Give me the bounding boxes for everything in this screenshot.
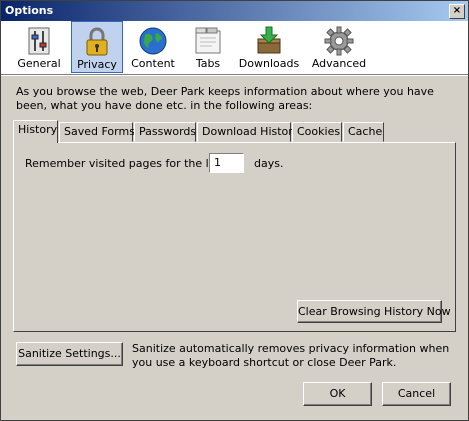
- tab-cache[interactable]: Cache: [343, 122, 384, 142]
- toolbar-divider: [1, 74, 468, 76]
- pane-label: General: [17, 57, 61, 70]
- gear-icon: [324, 26, 354, 56]
- pane-toolbar: General Privacy Content Tabs Downloads A…: [1, 21, 468, 74]
- window-title: Options: [5, 4, 54, 17]
- pane-label: Downloads: [238, 57, 300, 70]
- remember-pages-label: Remember visited pages for the last: [25, 157, 226, 170]
- sliders-icon: [28, 27, 50, 55]
- tab-saved-forms[interactable]: Saved Forms: [59, 122, 135, 142]
- pane-label: Tabs: [195, 57, 221, 70]
- pane-tabs-button[interactable]: Tabs: [184, 21, 232, 73]
- tab-cookies[interactable]: Cookies: [292, 122, 342, 142]
- sanitize-settings-button[interactable]: Sanitize Settings...: [16, 342, 123, 366]
- pane-label: Content: [131, 57, 175, 70]
- sanitize-description: Sanitize automatically removes privacy i…: [132, 342, 450, 369]
- pane-label: Privacy: [77, 58, 117, 71]
- tab-download-history[interactable]: Download History: [197, 122, 299, 142]
- downloads-icon: [257, 26, 281, 54]
- pane-downloads-button[interactable]: Downloads: [237, 21, 301, 73]
- pane-label: Advanced: [311, 57, 367, 70]
- tab-passwords[interactable]: Passwords: [134, 122, 196, 142]
- padlock-icon: [86, 27, 108, 56]
- titlebar[interactable]: Options ×: [1, 1, 468, 21]
- ok-button[interactable]: OK: [303, 382, 372, 406]
- cancel-button[interactable]: Cancel: [382, 382, 451, 406]
- history-days-input[interactable]: 1: [209, 153, 244, 173]
- globe-icon: [139, 27, 167, 55]
- options-window: Options × General Privacy Content Tabs D…: [0, 0, 469, 421]
- pane-content-button[interactable]: Content: [128, 21, 178, 73]
- clear-browsing-history-button[interactable]: Clear Browsing History Now: [297, 300, 451, 323]
- privacy-description: As you browse the web, Deer Park keeps i…: [16, 85, 434, 112]
- pane-advanced-button[interactable]: Advanced: [308, 21, 370, 73]
- tabs-icon: [195, 27, 221, 54]
- pane-general-button[interactable]: General: [15, 21, 63, 73]
- tab-history[interactable]: History: [13, 120, 58, 143]
- pane-privacy-button[interactable]: Privacy: [71, 21, 123, 73]
- close-button[interactable]: ×: [449, 4, 465, 19]
- days-unit-label: days.: [254, 157, 284, 170]
